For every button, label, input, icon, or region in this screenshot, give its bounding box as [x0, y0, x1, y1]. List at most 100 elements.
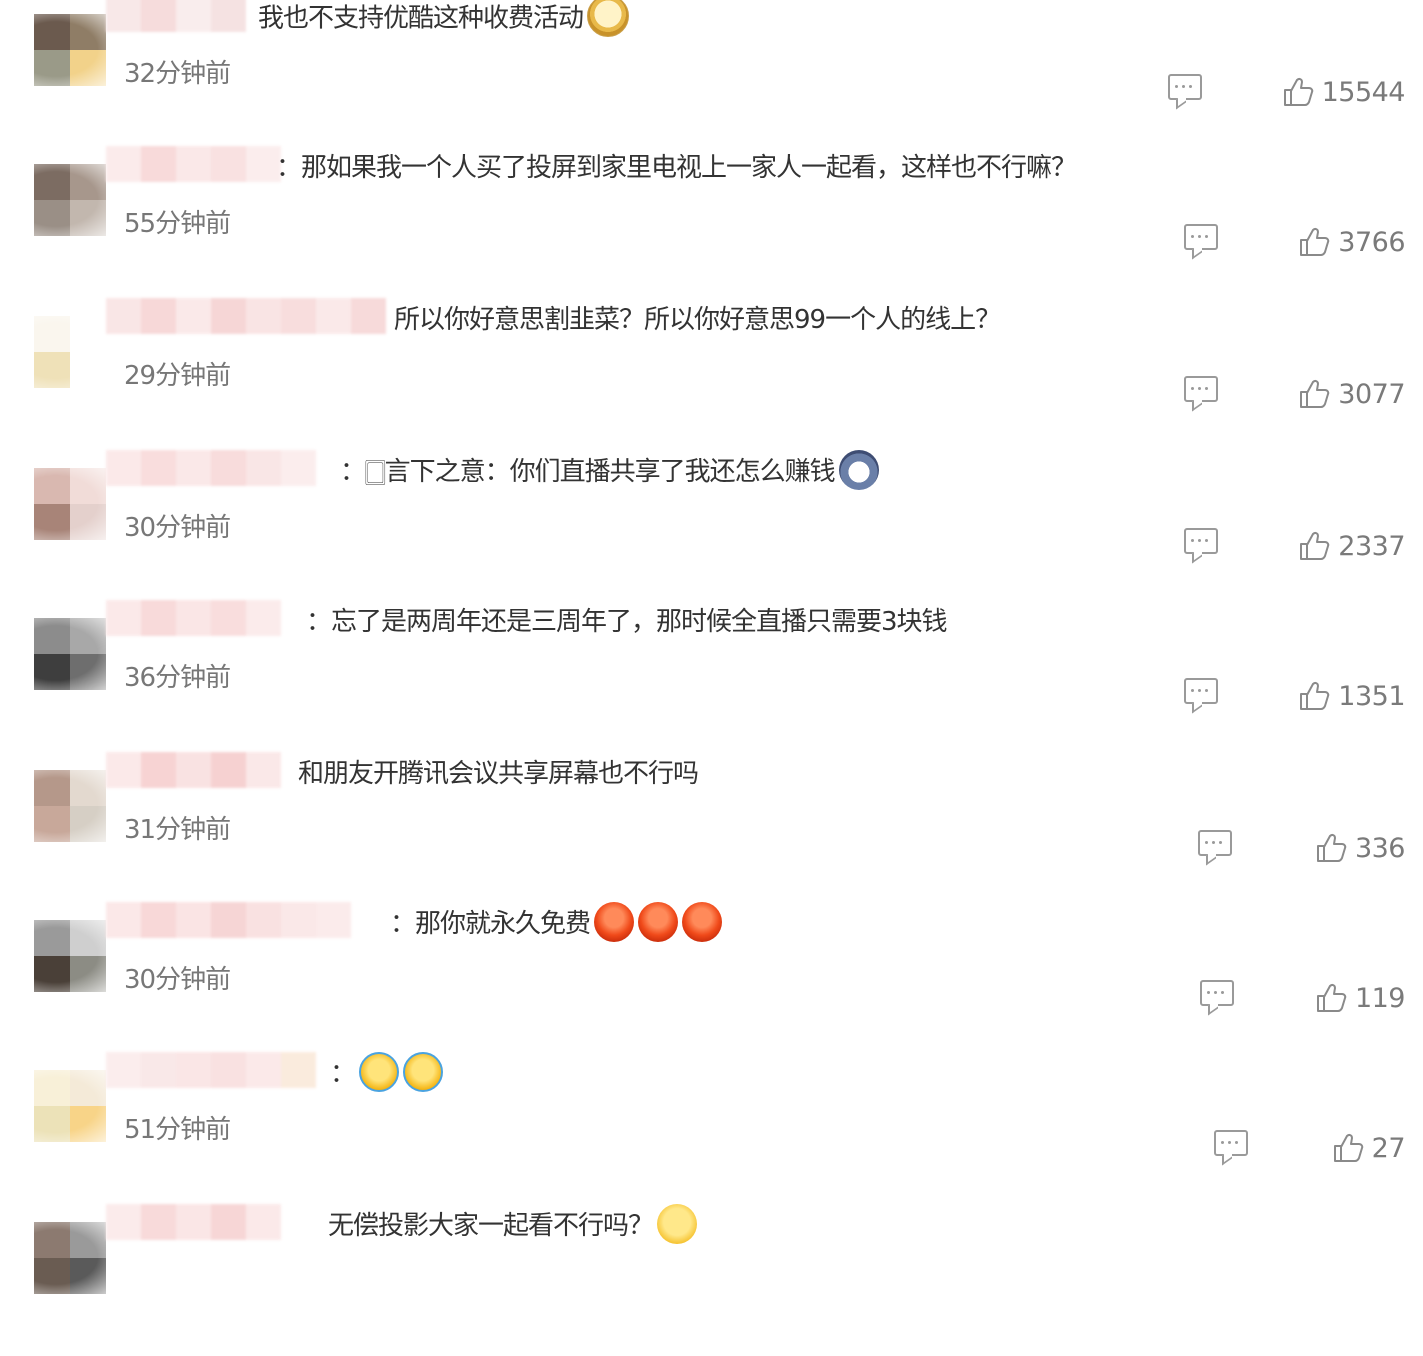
comment-timestamp: 32分钟前: [124, 59, 231, 89]
reply-icon-dot: [1191, 689, 1194, 692]
username-redacted[interactable]: [106, 0, 246, 36]
username-redacted[interactable]: [106, 298, 386, 338]
avatar[interactable]: [34, 1070, 106, 1142]
thumbs-up-icon: [1315, 982, 1347, 1014]
username-redacted[interactable]: [106, 752, 281, 792]
username-pixel: [246, 298, 281, 334]
username-pixel: [106, 298, 141, 334]
username-pixel: [106, 1052, 141, 1088]
avatar[interactable]: [34, 164, 106, 236]
thumbs-up-icon: [1282, 76, 1314, 108]
comment-text-body: 所以你好意思割韭菜？所以你好意思99一个人的线上？: [394, 305, 1001, 335]
reply-icon-dot: [1205, 539, 1208, 542]
doge-emoji: [587, 0, 630, 37]
avatar-pixel: [70, 164, 106, 200]
like-button[interactable]: 27: [1332, 1128, 1406, 1168]
like-count: 27: [1371, 1132, 1406, 1164]
username-redacted[interactable]: [106, 146, 281, 186]
avatar-pixel: [70, 1222, 106, 1258]
comment-text-body: ：那如果我一个人买了投屏到家里电视上一家人一起看，这样也不行嘛？: [276, 153, 1077, 183]
avatar-pixel: [34, 200, 70, 236]
like-count: 2337: [1338, 530, 1405, 562]
reply-icon-dot: [1198, 235, 1201, 238]
reply-icon[interactable]: [1214, 1130, 1248, 1156]
laugh-cry-emoji: [359, 1051, 400, 1092]
username-pixel: [141, 752, 176, 788]
avatar[interactable]: [34, 14, 106, 86]
comment-item: 我也不支持优酷这种收费活动 32分钟前 15544: [0, 0, 1423, 148]
like-count: 3077: [1338, 378, 1405, 410]
comment-text-body: ：🀆言下之意：你们直播共享了我还怎么赚钱: [340, 457, 836, 487]
avatar-pixel: [70, 504, 106, 540]
thumbs-up-icon: [1332, 1132, 1364, 1164]
avatar-pixel: [70, 316, 106, 352]
like-button[interactable]: 1351: [1298, 676, 1405, 716]
reply-icon-dot: [1207, 991, 1210, 994]
reply-icon-dot: [1212, 841, 1215, 844]
avatar[interactable]: [34, 618, 106, 690]
reply-icon[interactable]: [1184, 224, 1218, 250]
reply-icon[interactable]: [1184, 678, 1218, 704]
avatar-pixel: [70, 920, 106, 956]
avatar-pixel: [70, 468, 106, 504]
username-redacted[interactable]: [106, 600, 281, 640]
like-button[interactable]: 3766: [1298, 222, 1405, 262]
comment-text-body: ：忘了是两周年还是三周年了，那时候全直播只需要3块钱: [306, 607, 948, 637]
like-button[interactable]: 336: [1315, 828, 1406, 868]
comment-item: 和朋友开腾讯会议共享屏幕也不行吗 31分钟前 336: [0, 750, 1423, 904]
reply-icon[interactable]: [1198, 830, 1232, 856]
like-button[interactable]: 119: [1315, 978, 1406, 1018]
comment-timestamp: 55分钟前: [124, 209, 231, 239]
username-redacted[interactable]: [106, 1052, 316, 1092]
username-redacted[interactable]: [106, 450, 316, 490]
reply-icon-dot: [1205, 387, 1208, 390]
username-pixel: [246, 902, 281, 938]
username-pixel: [176, 1052, 211, 1088]
username-redacted[interactable]: [106, 902, 351, 942]
username-pixel: [176, 0, 211, 32]
avatar[interactable]: [34, 316, 106, 388]
avatar-pixel: [34, 618, 70, 654]
reply-icon-dot: [1198, 539, 1201, 542]
username-pixel: [211, 1204, 246, 1240]
comment-timestamp: 51分钟前: [124, 1115, 231, 1145]
avatar-pixel: [34, 920, 70, 956]
like-button[interactable]: 15544: [1282, 72, 1406, 112]
comment-text-body: ：那你就永久免费: [390, 909, 591, 939]
username-pixel: [351, 298, 386, 334]
reply-icon[interactable]: [1168, 74, 1202, 100]
username-pixel: [106, 146, 141, 182]
reply-icon[interactable]: [1184, 376, 1218, 402]
reply-icon-dot: [1191, 235, 1194, 238]
reply-icon-dot: [1219, 841, 1222, 844]
like-button[interactable]: 2337: [1298, 526, 1405, 566]
avatar-pixel: [70, 14, 106, 50]
avatar[interactable]: [34, 468, 106, 540]
comment-timestamp: 29分钟前: [124, 361, 231, 391]
like-button[interactable]: 3077: [1298, 374, 1405, 414]
avatar-pixel: [34, 806, 70, 842]
username-pixel: [281, 1052, 316, 1088]
username-pixel: [176, 146, 211, 182]
avatar[interactable]: [34, 920, 106, 992]
avatar-pixel: [34, 316, 70, 352]
reply-icon[interactable]: [1184, 528, 1218, 554]
laugh-cry-emoji: [403, 1051, 444, 1092]
avatar[interactable]: [34, 1222, 106, 1294]
username-pixel: [246, 1204, 281, 1240]
comment-timestamp: 30分钟前: [124, 513, 231, 543]
like-count: 119: [1354, 982, 1406, 1014]
reply-icon-dot: [1205, 689, 1208, 692]
username-redacted[interactable]: [106, 1204, 281, 1244]
comment-item: ：🀆言下之意：你们直播共享了我还怎么赚钱 30分钟前 2337: [0, 448, 1423, 602]
comment-timestamp: 36分钟前: [124, 663, 231, 693]
comment-text-body: ：: [330, 1059, 356, 1089]
comment-text: 所以你好意思割韭菜？所以你好意思99一个人的线上？: [394, 300, 1001, 340]
avatar[interactable]: [34, 770, 106, 842]
avatar-pixel: [70, 200, 106, 236]
avatar-pixel: [34, 1222, 70, 1258]
reply-icon-dot: [1175, 85, 1178, 88]
reply-icon[interactable]: [1200, 980, 1234, 1006]
comment-text-body: 我也不支持优酷这种收费活动: [258, 3, 584, 34]
avatar-pixel: [34, 352, 70, 388]
